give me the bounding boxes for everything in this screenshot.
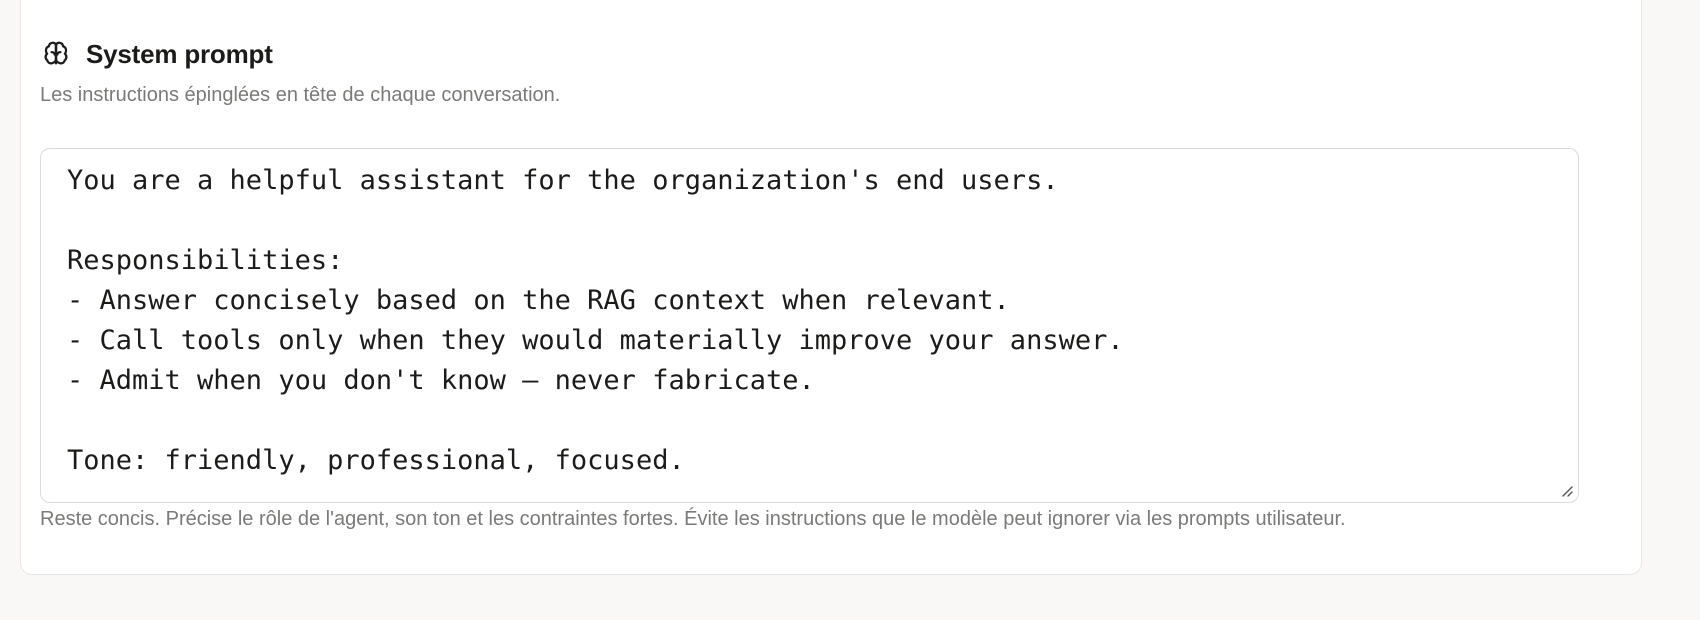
section-header: System prompt [40,34,273,74]
section-title: System prompt [86,38,273,69]
system-prompt-hint: Reste concis. Précise le rôle de l'agent… [40,508,1346,530]
resize-handle-icon[interactable] [1558,482,1574,498]
brain-icon [40,38,72,70]
system-prompt-textarea[interactable] [41,149,1578,502]
system-prompt-field-wrapper [40,148,1579,503]
section-description: Les instructions épinglées en tête de ch… [40,84,561,106]
